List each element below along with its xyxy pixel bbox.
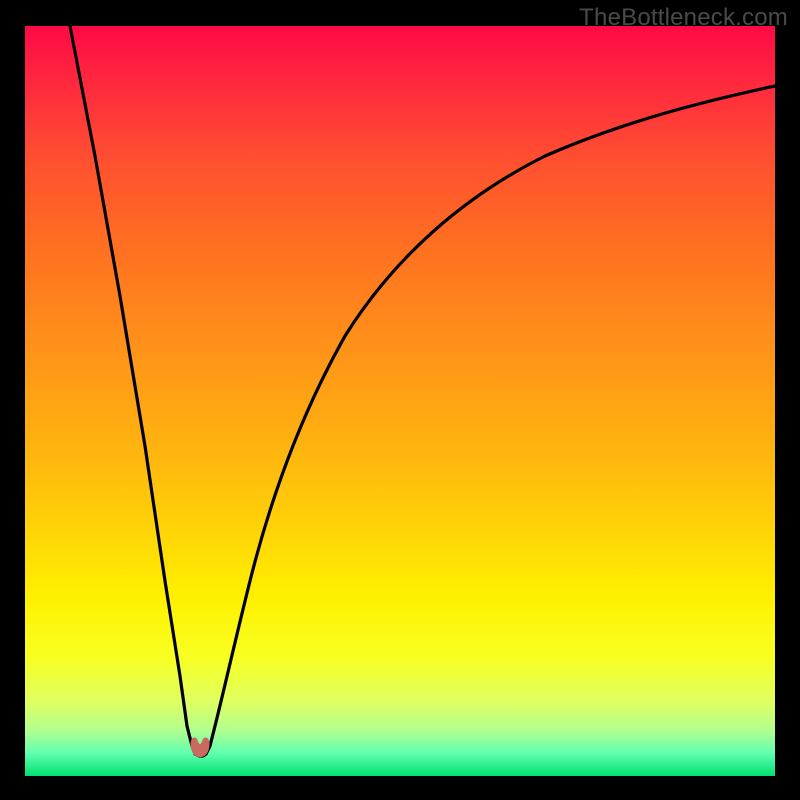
chart-frame xyxy=(25,26,775,776)
curve-left-branch xyxy=(70,26,215,756)
chart-svg xyxy=(25,26,775,776)
curve-right-branch xyxy=(215,86,775,726)
watermark-text: TheBottleneck.com xyxy=(579,4,788,32)
minimum-marker xyxy=(191,738,209,757)
